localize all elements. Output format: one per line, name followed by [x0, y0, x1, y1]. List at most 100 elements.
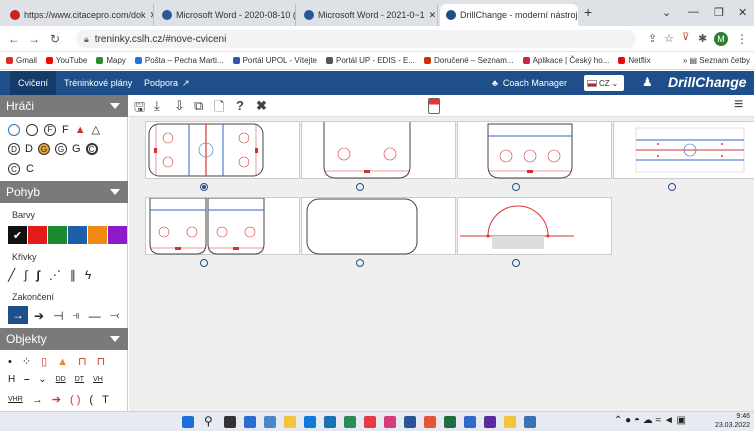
color-swatch-black[interactable]: ✔: [8, 226, 27, 244]
bookmark-item[interactable]: Portál UPOL - Vítejte: [232, 56, 317, 65]
profile-avatar[interactable]: M: [714, 32, 728, 46]
word-icon[interactable]: [404, 416, 416, 428]
extension-icon[interactable]: ⊽: [682, 32, 689, 43]
share-icon[interactable]: ⇪: [648, 32, 657, 45]
player-circle-blue-icon[interactable]: [8, 123, 20, 136]
clock-date[interactable]: 23.03.2022: [712, 422, 750, 429]
template-goal-crease[interactable]: [457, 197, 612, 255]
hamburger-menu-icon[interactable]: ≡: [734, 96, 743, 114]
player-circle-d[interactable]: D: [8, 143, 20, 155]
bookmark-item[interactable]: Portál UP - EDIS - E...: [326, 56, 415, 65]
stick-icon[interactable]: ⎯: [24, 374, 29, 385]
line-double-icon[interactable]: ∥: [70, 268, 76, 282]
line-dashed-icon[interactable]: ⋰: [49, 268, 61, 282]
ending-arrow-selected[interactable]: →: [8, 306, 28, 324]
line-zigzag-icon[interactable]: ϟ: [85, 268, 91, 282]
object-paren[interactable]: (: [89, 394, 93, 406]
color-swatch-green[interactable]: [48, 226, 67, 244]
object-t[interactable]: T: [102, 394, 109, 406]
template-two-zones[interactable]: [145, 197, 300, 255]
minimize-icon[interactable]: —: [688, 6, 699, 18]
object-h[interactable]: H: [8, 374, 15, 385]
browser-tab[interactable]: Microsoft Word - 2021-0~1 ✕: [298, 4, 438, 26]
close-window-icon[interactable]: ✕: [738, 6, 747, 19]
back-arrow-icon[interactable]: ←: [8, 32, 20, 46]
cone-icon[interactable]: ▲: [57, 356, 68, 368]
template-radio[interactable]: [200, 259, 208, 267]
chat-icon[interactable]: [264, 416, 276, 428]
star-icon[interactable]: ☆: [664, 32, 674, 45]
template-blank-rink[interactable]: [301, 197, 456, 255]
bookmark-item[interactable]: Gmail: [6, 56, 37, 65]
line-wave-bold-icon[interactable]: ∫: [37, 268, 40, 282]
delete-icon[interactable]: ✖: [256, 98, 267, 114]
nav-item-training-plans[interactable]: Tréninkové plány: [56, 71, 140, 95]
copy-icon[interactable]: ⧉: [194, 98, 203, 114]
line-straight-icon[interactable]: ╱: [8, 268, 15, 282]
template-radio[interactable]: [512, 183, 520, 191]
chrome-icon[interactable]: [344, 416, 356, 428]
rink-select-icon[interactable]: [428, 98, 440, 114]
app-icon[interactable]: [484, 416, 496, 428]
search-icon[interactable]: ⚲: [204, 414, 213, 428]
player-circle-c[interactable]: C: [8, 163, 20, 175]
close-icon[interactable]: ✕: [146, 10, 153, 21]
user-icon[interactable]: ♟: [642, 75, 653, 89]
players-section-header[interactable]: Hráči: [0, 95, 128, 117]
end-bar-icon[interactable]: ⊣: [53, 309, 63, 323]
player-circle-f[interactable]: F: [44, 123, 56, 136]
object-vh[interactable]: VH: [93, 376, 103, 383]
color-swatch-blue[interactable]: [68, 226, 87, 244]
pucks-icon[interactable]: ⁘: [22, 355, 31, 368]
nav-item-support[interactable]: Podpora ↗: [136, 71, 198, 95]
player-circle-c-bold[interactable]: C: [85, 143, 98, 155]
player-circle-g[interactable]: G: [54, 143, 67, 155]
language-select[interactable]: CZ ⌄: [584, 75, 624, 91]
app-icon[interactable]: [524, 416, 536, 428]
template-radio[interactable]: [356, 183, 364, 191]
player-d[interactable]: D: [25, 143, 33, 155]
template-radio[interactable]: [356, 259, 364, 267]
color-swatch-red[interactable]: [28, 226, 47, 244]
browser-tab[interactable]: https://www.citacepro.com/dok ✕: [4, 4, 154, 26]
template-zone[interactable]: [457, 121, 612, 179]
line-wave-icon[interactable]: ∫: [24, 268, 27, 282]
powerpoint-icon[interactable]: [424, 416, 436, 428]
bookmark-item[interactable]: Pošta – Pecha Marti...: [134, 56, 224, 65]
tray-icons[interactable]: ⌃ ● ◓ ☁ ≈ ◄ ▣: [614, 415, 686, 426]
download-icon[interactable]: ⤓: [154, 98, 160, 114]
triangle-red-icon[interactable]: ▲: [75, 124, 86, 136]
object-dt[interactable]: DT: [75, 376, 84, 383]
object-dd[interactable]: DD: [56, 376, 66, 383]
template-neutral-zone[interactable]: [613, 121, 754, 179]
new-tab-button[interactable]: +: [584, 4, 592, 20]
file-explorer-icon[interactable]: [284, 416, 296, 428]
url-field[interactable]: 🔒︎ treninky.cslh.cz/#nove-cviceni: [76, 30, 636, 48]
player-circle-g-orange[interactable]: G: [37, 143, 50, 155]
chevron-down-icon[interactable]: ⌄: [662, 6, 671, 19]
player-circle-icon[interactable]: [26, 123, 38, 136]
excel-icon[interactable]: [444, 416, 456, 428]
menu-dots-icon[interactable]: ⋮: [736, 32, 748, 46]
bookmark-item[interactable]: Doručené – Seznam...: [423, 56, 514, 65]
template-half-rink[interactable]: [301, 121, 456, 179]
bookmark-item[interactable]: Mapy: [96, 56, 126, 65]
triangle-outline-icon[interactable]: △: [92, 123, 100, 136]
player-f[interactable]: F: [62, 124, 69, 136]
maximize-icon[interactable]: ❐: [714, 6, 724, 19]
object-parens[interactable]: ( ): [70, 394, 80, 406]
task-view-icon[interactable]: [224, 416, 236, 428]
app-icon[interactable]: [384, 416, 396, 428]
reload-icon[interactable]: ↻: [50, 32, 60, 46]
color-swatch-orange[interactable]: [88, 226, 107, 244]
nav-item-exercises[interactable]: Cvičení: [10, 71, 57, 95]
coach-manager-link[interactable]: ♣ Coach Manager: [484, 71, 575, 95]
end-line-icon[interactable]: —: [89, 309, 101, 323]
close-icon[interactable]: ✕: [425, 10, 437, 21]
bench-icon[interactable]: ⊓: [97, 355, 106, 368]
objects-section-header[interactable]: Objekty: [0, 328, 128, 350]
goal-icon[interactable]: ⊓: [78, 355, 87, 368]
windows-start-icon[interactable]: [182, 416, 194, 428]
download-image-icon[interactable]: ⇩: [174, 98, 185, 114]
app-icon[interactable]: [364, 416, 376, 428]
